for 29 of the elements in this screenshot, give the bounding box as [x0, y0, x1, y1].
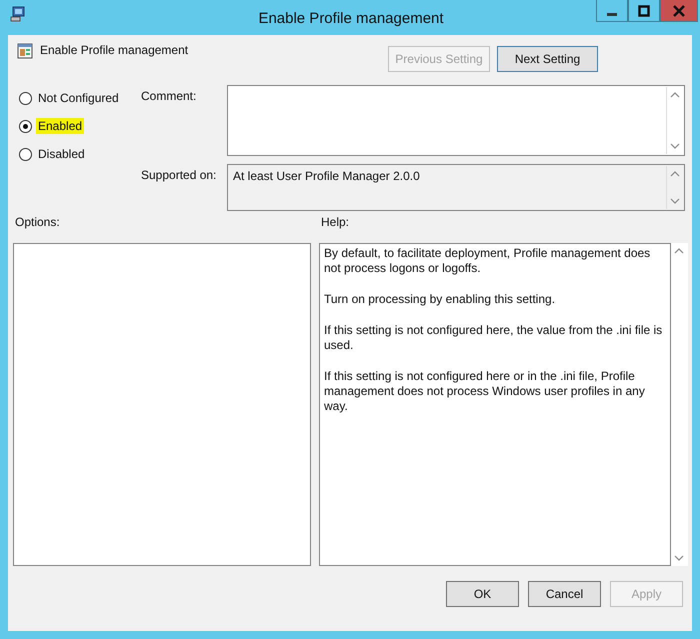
cancel-button[interactable]: Cancel	[528, 581, 601, 607]
maximize-icon	[638, 4, 650, 16]
computer-icon	[10, 6, 26, 22]
radio-button[interactable]	[19, 148, 32, 160]
close-icon	[673, 4, 685, 16]
help-label: Help:	[321, 215, 350, 229]
help-paragraph: If this setting is not configured here, the value from the .ini file is used.	[324, 323, 664, 353]
setting-name: Enable Profile management	[40, 43, 188, 59]
minimize-icon	[607, 12, 617, 16]
window-title: Enable Profile management	[258, 8, 444, 26]
options-label: Options:	[14, 215, 61, 229]
scrollbar[interactable]	[671, 243, 688, 566]
help-paragraph: Turn on processing by enabling this setting.	[324, 292, 556, 307]
help-paragraph: If this setting is not configured here or in the .ini file, Profile management does not process Windows user profiles in any way.	[324, 369, 646, 414]
close-button[interactable]	[660, 0, 698, 22]
comment-field[interactable]	[227, 85, 685, 156]
radio-button[interactable]	[19, 120, 32, 132]
settings-icon	[17, 43, 33, 59]
radio-label[interactable]: Not Configured	[36, 90, 121, 106]
help-paragraph: By default, to facilitate deployment, Profile management does not process logons or logoffs.	[324, 246, 652, 276]
next-setting-button[interactable]: Next Setting	[497, 46, 598, 72]
ok-button[interactable]: OK	[446, 581, 519, 607]
radio-label[interactable]: Disabled	[36, 146, 87, 162]
supported-on-label: Supported on:	[141, 167, 218, 184]
supported-on-text: At least User Profile Manager 2.0.0	[232, 168, 421, 185]
minimize-button[interactable]	[596, 0, 628, 22]
radio-label[interactable]: Enabled	[36, 118, 84, 134]
comment-label: Comment:	[141, 88, 198, 105]
radio-button[interactable]	[19, 92, 32, 104]
